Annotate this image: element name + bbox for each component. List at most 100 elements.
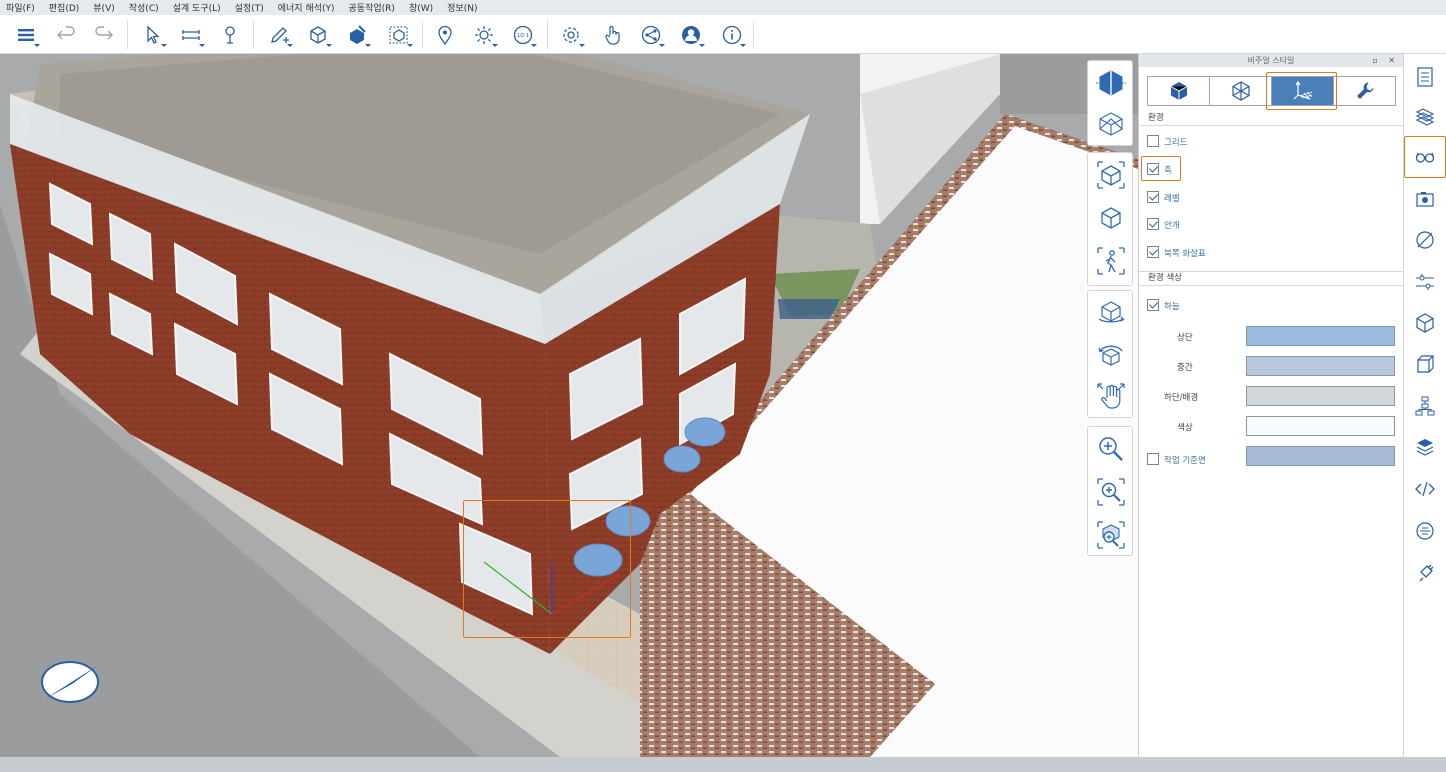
side-panel-strip (1403, 54, 1446, 757)
visual-style-panel-button[interactable] (1412, 144, 1438, 170)
select-tool-button[interactable] (139, 21, 167, 49)
level-label: 레벨 (1164, 194, 1180, 204)
menu-bar: 파일(F) 편집(D) 뷰(V) 작성(C) 설계 도구(L) 설정(T) 에너… (0, 0, 1446, 15)
wrench-icon (1356, 82, 1373, 99)
view-cube-button[interactable] (1093, 65, 1129, 101)
menu-design-tools[interactable]: 설계 도구(L) (173, 1, 221, 14)
cube-icon (1416, 313, 1434, 333)
color-bottom-swatch[interactable] (1246, 386, 1395, 406)
camera-panel-button[interactable] (1412, 186, 1438, 212)
object-panel-button[interactable] (1412, 310, 1438, 336)
section-icon (1416, 231, 1434, 249)
info-icon (722, 25, 742, 45)
code-panel-button[interactable] (1412, 476, 1438, 502)
axis-label: 축 (1164, 166, 1172, 176)
touch-hand-icon (605, 25, 620, 45)
box-edit-button[interactable] (304, 21, 332, 49)
zoom-window-button[interactable] (1093, 474, 1129, 510)
color-top-label: 상단 (1177, 333, 1193, 343)
box-icon (1417, 355, 1434, 373)
hierarchy-panel-button[interactable] (1412, 393, 1438, 419)
sun-settings-button[interactable] (470, 21, 498, 49)
menu-file[interactable]: 파일(F) (6, 1, 35, 14)
grid-checkbox[interactable] (1147, 135, 1159, 147)
location-button[interactable] (431, 21, 459, 49)
menu-create[interactable]: 작성(C) (129, 1, 159, 14)
color-top-swatch[interactable] (1246, 326, 1395, 346)
zoom-button[interactable] (1093, 431, 1129, 467)
navigation-group (1087, 290, 1133, 418)
share-button[interactable] (637, 21, 665, 49)
workplane-checkbox[interactable] (1147, 453, 1159, 465)
menu-info[interactable]: 정보(N) (447, 1, 477, 14)
visual-style-panel: 비주얼 스타일 ▫ ✕ 환경 그리드 축 레벨 안개 북쪽 화살표 환경 색상 … (1138, 54, 1403, 757)
solid-box-icon (1170, 82, 1187, 100)
pin-tool-button[interactable] (216, 21, 244, 49)
box-select-icon (389, 26, 408, 44)
menu-edit[interactable]: 편집(D) (49, 1, 80, 14)
workplane-label: 작업 기준면 (1164, 456, 1206, 466)
workplane-color-swatch[interactable] (1246, 446, 1395, 466)
camera-icon (1416, 192, 1434, 207)
sky-checkbox[interactable] (1147, 299, 1159, 311)
settings-button[interactable] (557, 21, 585, 49)
axis-checkbox[interactable] (1147, 163, 1159, 175)
environment-color-section-header: 환경 색상 (1139, 271, 1403, 286)
fog-checkbox[interactable] (1147, 218, 1159, 230)
touch-mode-button[interactable] (598, 21, 626, 49)
section-panel-button[interactable] (1412, 227, 1438, 253)
user-account-button[interactable] (677, 21, 705, 49)
undo-button[interactable] (52, 21, 80, 49)
panel-window-controls[interactable]: ▫ ✕ (1372, 54, 1399, 67)
zoom-fit-button[interactable] (1093, 517, 1129, 553)
library-panel-button[interactable] (1412, 434, 1438, 460)
look-around-button[interactable] (1093, 337, 1129, 373)
scale-badge-text: 10:1 (517, 33, 529, 39)
menu-energy-analysis[interactable]: 에너지 해석(Y) (278, 1, 335, 14)
pin-icon (225, 26, 235, 44)
scale-button[interactable]: 10:1 (509, 21, 537, 49)
pan-button[interactable] (1093, 379, 1129, 415)
wire-box-icon (1231, 81, 1250, 101)
share-icon (641, 25, 661, 45)
parallel-view-button[interactable] (1093, 200, 1129, 236)
plugin-panel-button[interactable] (1412, 560, 1438, 586)
color-color-swatch[interactable] (1246, 416, 1395, 436)
tab-environment-style[interactable] (1272, 77, 1334, 105)
draw-tool-button[interactable] (265, 21, 293, 49)
hierarchy-icon (1415, 396, 1435, 416)
3d-viewport[interactable] (0, 54, 1138, 757)
wire-cube-button[interactable] (1093, 105, 1129, 141)
orbit-button[interactable] (1093, 295, 1129, 331)
layers-button[interactable] (12, 21, 40, 49)
properties-panel-button[interactable] (1412, 64, 1438, 90)
redo-button[interactable] (90, 21, 118, 49)
box-panel-button[interactable] (1412, 351, 1438, 377)
layers-panel-button[interactable] (1412, 104, 1438, 130)
app-window: 파일(F) 편집(D) 뷰(V) 작성(C) 설계 도구(L) 설정(T) 에너… (0, 0, 1446, 772)
measure-tool-button[interactable] (177, 21, 205, 49)
menu-view[interactable]: 뷰(V) (93, 1, 114, 14)
fog-label: 안개 (1164, 221, 1180, 231)
menu-window[interactable]: 창(W) (409, 1, 433, 14)
walk-view-button[interactable] (1093, 243, 1129, 279)
north-arrow-checkbox[interactable] (1147, 246, 1159, 258)
code-icon (1415, 481, 1435, 497)
tab-solid-style[interactable] (1148, 77, 1210, 105)
tab-wireframe-style[interactable] (1210, 77, 1272, 105)
tab-tools-style[interactable] (1334, 77, 1395, 105)
level-checkbox[interactable] (1147, 191, 1159, 203)
redo-icon (95, 26, 113, 40)
paint-box-button[interactable] (343, 21, 371, 49)
perspective-icon (1097, 161, 1125, 189)
settings-gear-icon (563, 27, 579, 43)
badge-panel-button[interactable] (1412, 518, 1438, 544)
menu-settings[interactable]: 설정(T) (235, 1, 264, 14)
level-panel-button[interactable] (1412, 269, 1438, 295)
color-middle-swatch[interactable] (1246, 356, 1395, 376)
color-middle-label: 중간 (1177, 363, 1193, 373)
perspective-view-button[interactable] (1093, 157, 1129, 193)
info-button[interactable] (718, 21, 746, 49)
box-select-button[interactable] (385, 21, 413, 49)
menu-collaboration[interactable]: 공동작업(R) (349, 1, 395, 14)
